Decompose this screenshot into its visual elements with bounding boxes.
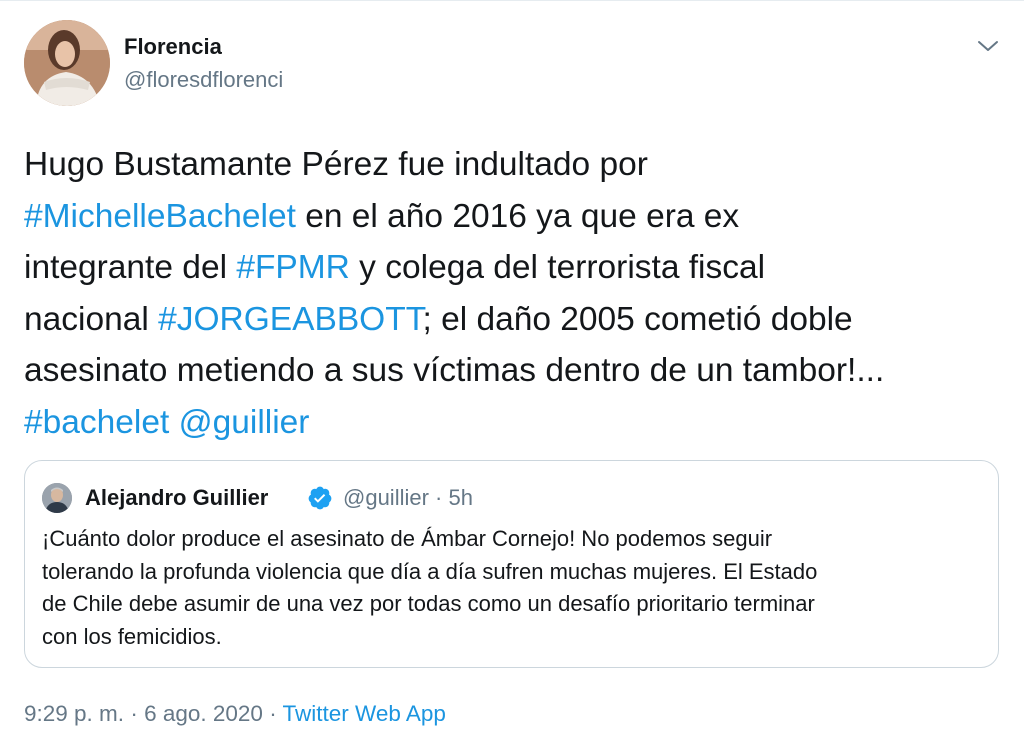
tweet-card: Florencia @floresdflorenci Hugo Bustaman… <box>0 0 1024 752</box>
tweet-date[interactable]: 6 ago. 2020 <box>144 701 263 726</box>
hashtag-link[interactable]: #bachelet <box>24 404 169 441</box>
quoted-tweet[interactable]: Alejandro Guillier @guillier · 5h ¡Cuánt… <box>24 460 999 668</box>
verified-badge-icon <box>307 485 333 511</box>
author-avatar[interactable] <box>24 20 110 106</box>
footer-separator: · <box>262 701 283 726</box>
quoted-author-avatar <box>42 483 72 513</box>
quoted-line: ¡Cuánto dolor produce el asesinato de Ám… <box>42 526 773 551</box>
tweet-text: en el año 2016 ya que era ex <box>295 197 740 235</box>
quoted-line: tolerando la profunda violencia que día … <box>42 558 818 584</box>
tweet-source-link[interactable]: Twitter Web App <box>283 701 446 726</box>
quoted-text: ¡Cuánto dolor produce el asesinato de Ám… <box>42 523 982 653</box>
quoted-meta: @guillier · 5h <box>343 484 473 512</box>
tweet-body: Hugo Bustamante Pérez fue indultado por … <box>24 139 1004 449</box>
tweet-text: asesinato metiendo a sus víctimas dentro… <box>24 352 885 390</box>
tweet-line: integrante del #FPMR y colega del terror… <box>24 242 1004 294</box>
mention-link[interactable]: @guillier <box>179 404 310 441</box>
footer-separator: · <box>124 701 145 726</box>
tweet-line: #MichelleBachelet en el año 2016 ya que … <box>24 191 1004 243</box>
meta-separator: · <box>428 485 449 510</box>
author-handle[interactable]: @floresdflorenci <box>124 66 283 94</box>
tweet-text: Hugo Bustamante Pérez fue indultado por <box>24 146 648 183</box>
top-divider <box>0 0 1024 1</box>
tweet-text: y colega del terrorista fiscal <box>349 249 766 287</box>
quoted-line: de Chile debe asumir de una vez por toda… <box>42 591 815 616</box>
tweet-text: nacional <box>24 300 159 338</box>
tweet-text: ; el daño 2005 cometió doble <box>422 300 853 338</box>
quoted-author-name: Alejandro Guillier <box>85 485 269 510</box>
tweet-footer: 9:29 p. m. · 6 ago. 2020 · Twitter Web A… <box>24 700 446 728</box>
tweet-line: Hugo Bustamante Pérez fue indultado por <box>24 139 1004 191</box>
tweet-line: #bachelet @guillier <box>24 397 1004 449</box>
hashtag-link[interactable]: #JORGEABBOTT <box>158 301 422 338</box>
quoted-time: 5h <box>448 485 473 510</box>
quoted-line: con los femicidios. <box>42 623 222 649</box>
tweet-line: nacional #JORGEABBOTT; el daño 2005 come… <box>24 294 1004 346</box>
hashtag-link[interactable]: #FPMR <box>236 249 350 286</box>
tweet-time[interactable]: 9:29 p. m. <box>24 701 124 726</box>
tweet-text: integrante del <box>24 249 237 287</box>
tweet-line: asesinato metiendo a sus víctimas dentro… <box>24 345 1004 397</box>
tweet-text <box>169 404 178 441</box>
hashtag-link[interactable]: #MichelleBachelet <box>24 198 296 235</box>
quoted-author-handle: @guillier <box>343 485 429 510</box>
chevron-down-icon[interactable] <box>976 36 1000 56</box>
author-name[interactable]: Florencia <box>124 33 222 61</box>
